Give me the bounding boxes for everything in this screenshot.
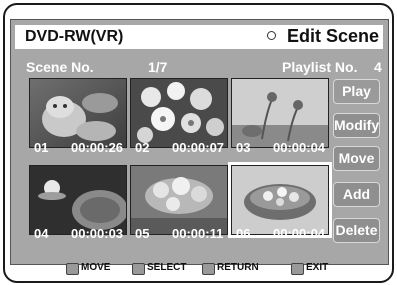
white-flowers-photo-icon xyxy=(131,79,227,147)
scene-thumbnail-01[interactable] xyxy=(29,78,127,148)
scene-number: 03 xyxy=(236,140,251,155)
title-bar: DVD-RW(VR) Edit Scene xyxy=(15,25,383,49)
app-title: DVD-RW(VR) xyxy=(25,28,124,45)
screen-title: Edit Scene xyxy=(286,26,379,46)
scene-number: 01 xyxy=(34,140,49,155)
scene-thumbnail-06[interactable] xyxy=(228,162,332,238)
help-move: MOVE xyxy=(81,262,111,273)
modify-button[interactable]: Modify xyxy=(333,113,380,138)
help-bar: MOVE SELECT RETURN EXIT xyxy=(14,259,385,279)
scene-thumbnail-03[interactable] xyxy=(231,78,329,148)
lotus-leaf-photo-icon xyxy=(30,166,126,234)
scene-duration: 00:00:26 xyxy=(71,140,124,155)
blossom-photo-icon xyxy=(131,166,227,234)
help-exit: EXIT xyxy=(306,262,329,273)
scene-duration: 00:00:11 xyxy=(172,226,224,241)
enter-key-icon xyxy=(132,263,145,275)
delete-button[interactable]: Delete xyxy=(333,218,380,243)
flower-bowl-photo-icon xyxy=(232,166,328,234)
scene-number: 02 xyxy=(135,140,150,155)
scene-duration: 00:00:04 xyxy=(273,140,326,155)
scene-duration: 00:00:07 xyxy=(172,140,225,155)
flower-stems-photo-icon xyxy=(232,79,328,147)
return-arrow-icon xyxy=(202,263,215,275)
help-select: SELECT xyxy=(147,262,187,273)
scene-duration: 00:00:03 xyxy=(71,226,124,241)
playlist-number-label: Playlist No. xyxy=(282,59,358,75)
kitten-photo-icon xyxy=(30,79,126,147)
scene-number-label: Scene No. xyxy=(26,59,94,75)
move-button[interactable]: Move xyxy=(333,146,380,171)
scene-number: 04 xyxy=(34,226,49,241)
exit-key-icon xyxy=(291,263,304,275)
help-return: RETURN xyxy=(217,262,259,273)
scene-thumbnail-02[interactable] xyxy=(130,78,228,148)
playlist-number-value: 4 xyxy=(374,59,382,75)
circle-icon xyxy=(267,31,276,40)
scene-thumbnail-04[interactable] xyxy=(29,165,127,235)
scene-number: 06 xyxy=(236,226,251,241)
scene-number: 05 xyxy=(135,226,150,241)
add-button[interactable]: Add xyxy=(333,182,380,207)
scene-thumbnail-05[interactable] xyxy=(130,165,228,235)
scene-number-value: 1/7 xyxy=(148,59,168,75)
play-button[interactable]: Play xyxy=(333,79,380,104)
updown-arrows-icon xyxy=(66,263,79,275)
scene-duration: 00:00:04 xyxy=(273,226,326,241)
